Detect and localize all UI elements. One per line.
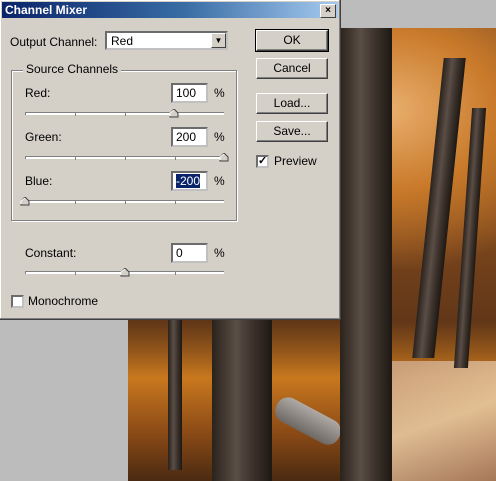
- load-button[interactable]: Load...: [256, 93, 328, 114]
- constant-unit: %: [214, 246, 225, 260]
- slider-tick: [125, 201, 126, 204]
- green-slider-track[interactable]: [25, 156, 224, 160]
- tree-trunk: [168, 320, 182, 470]
- source-channels-legend: Source Channels: [23, 62, 122, 76]
- green-value-input[interactable]: 200: [171, 127, 208, 147]
- blue-slider-track[interactable]: [25, 200, 224, 204]
- red-label: Red:: [25, 86, 51, 100]
- output-channel-label: Output Channel:: [10, 35, 98, 49]
- dialog-title: Channel Mixer: [5, 3, 88, 17]
- red-slider-track[interactable]: [25, 112, 224, 116]
- constant-value-input[interactable]: 0: [171, 243, 208, 263]
- monochrome-label: Monochrome: [28, 294, 99, 308]
- close-icon: ×: [325, 5, 331, 16]
- close-button[interactable]: ×: [320, 4, 336, 18]
- output-channel-select[interactable]: Red ▼: [105, 31, 228, 50]
- preview-checkbox[interactable]: ✓: [256, 155, 269, 168]
- slider-tick: [175, 201, 176, 204]
- ok-button[interactable]: OK: [255, 29, 329, 52]
- preview-label: Preview: [274, 154, 317, 168]
- red-value: 100: [176, 86, 197, 100]
- blue-unit: %: [214, 174, 225, 188]
- blue-value: -200: [176, 174, 201, 188]
- slider-tick: [75, 201, 76, 204]
- cancel-button[interactable]: Cancel: [256, 58, 328, 79]
- slider-tick: [75, 157, 76, 160]
- slider-tick: [125, 113, 126, 116]
- slider-tick: [75, 113, 76, 116]
- slider-tick: [175, 272, 176, 275]
- slider-tick: [75, 272, 76, 275]
- channel-mixer-dialog: Channel Mixer × Output Channel: Red ▼ So…: [0, 0, 341, 320]
- green-value: 200: [176, 130, 197, 144]
- green-label: Green:: [25, 130, 62, 144]
- monochrome-checkbox[interactable]: [11, 295, 24, 308]
- title-bar[interactable]: Channel Mixer ×: [2, 2, 338, 18]
- red-value-input[interactable]: 100: [171, 83, 208, 103]
- slider-tick: [125, 157, 126, 160]
- checkmark-icon: ✓: [258, 155, 268, 167]
- green-unit: %: [214, 130, 225, 144]
- chevron-down-icon[interactable]: ▼: [211, 33, 226, 48]
- blue-value-input[interactable]: -200: [171, 171, 208, 191]
- red-unit: %: [214, 86, 225, 100]
- trail: [386, 361, 496, 481]
- tree-trunk: [340, 28, 392, 481]
- tree-trunk: [212, 320, 272, 481]
- constant-value: 0: [176, 246, 183, 260]
- output-channel-value: Red: [111, 34, 134, 48]
- slider-tick: [175, 157, 176, 160]
- blue-label: Blue:: [25, 174, 53, 188]
- save-button[interactable]: Save...: [256, 121, 328, 142]
- constant-label: Constant:: [25, 246, 77, 260]
